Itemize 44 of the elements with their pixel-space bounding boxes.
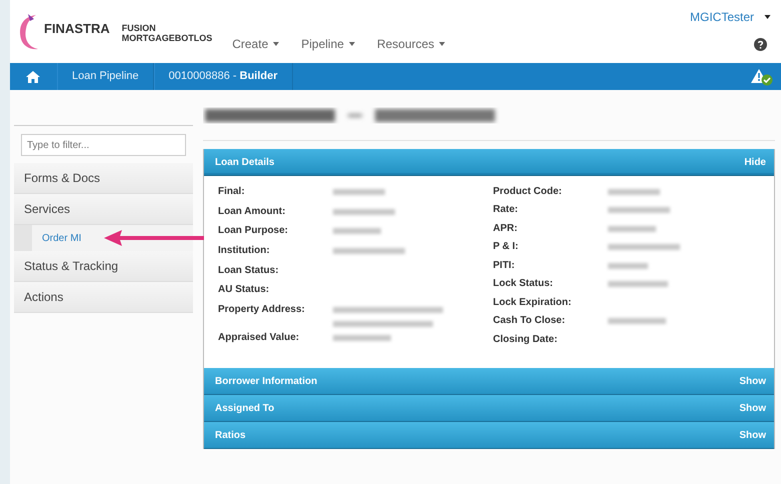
sidebar-subitem[interactable]: Order MI: [42, 232, 82, 244]
field-label: Property Address:: [218, 304, 306, 315]
filter-field[interactable]: Type to filter...: [21, 134, 186, 156]
field-label: APR:: [493, 222, 518, 234]
field-label: Closing Date:: [493, 334, 558, 344]
field-label: Loan Amount:: [218, 206, 286, 217]
home-icon[interactable]: [26, 70, 40, 82]
sidebar-item[interactable]: Actions: [14, 282, 193, 313]
help-icon[interactable]: [754, 38, 767, 51]
field-label: Loan Status:: [218, 264, 280, 276]
panel-header[interactable]: Ratios Show: [204, 422, 774, 449]
field-label: Lock Expiration:: [493, 296, 572, 308]
panel-header[interactable]: Loan Details Hide: [204, 149, 774, 176]
field-label: Institution:: [218, 244, 271, 256]
field-label: AU Status:: [218, 284, 270, 296]
field-label: Loan Purpose:: [218, 225, 290, 236]
product-name: FUSION: [122, 22, 157, 32]
field-label: Appraised Value:: [218, 332, 300, 344]
caret-icon: [273, 42, 280, 46]
alert-check-icon[interactable]: [751, 68, 773, 86]
caret-icon: [439, 42, 446, 46]
panel-header[interactable]: Borrower Information Show: [204, 368, 774, 395]
field-label: P & I:: [493, 241, 520, 252]
menu-button[interactable]: Create: [232, 37, 280, 51]
panel-header[interactable]: Assigned To Show: [204, 395, 774, 422]
breadcrumb-link[interactable]: 0010008886 - Builder: [154, 63, 293, 90]
breadcrumb-link[interactable]: Loan Pipeline: [57, 63, 154, 90]
sidebar-item[interactable]: Status & Tracking: [14, 251, 193, 282]
brand-name: FINASTRA: [44, 21, 110, 36]
caret-icon: [348, 42, 355, 46]
sidebar-item[interactable]: Forms & Docs: [14, 163, 193, 194]
field-label: Final:: [218, 186, 246, 197]
user-menu-button[interactable]: MGICTester: [690, 10, 771, 24]
field-label: Product Code:: [493, 186, 563, 197]
menu-button[interactable]: Pipeline: [301, 37, 355, 51]
sidebar-item[interactable]: Services: [14, 194, 193, 225]
field-label: Lock Status:: [493, 278, 554, 290]
finastra-logo-icon: [18, 12, 40, 50]
field-label: PITI:: [493, 260, 516, 271]
product-name: MORTGAGEBOTLOS: [122, 32, 212, 42]
caret-icon: [764, 15, 771, 19]
menu-button[interactable]: Resources: [376, 37, 446, 51]
field-label: Cash To Close:: [493, 315, 566, 326]
field-label: Rate:: [493, 204, 520, 216]
